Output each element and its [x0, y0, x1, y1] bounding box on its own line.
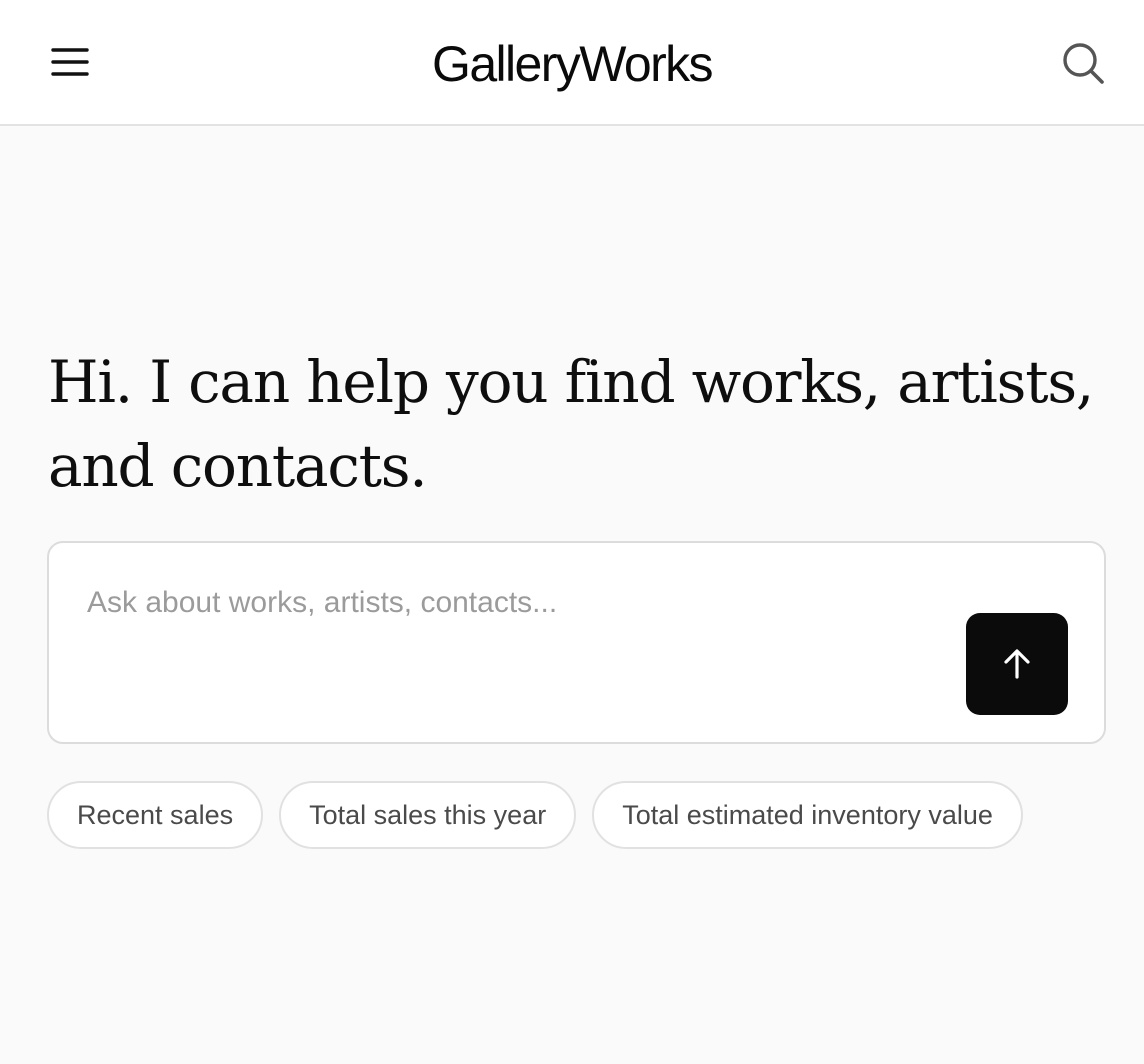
- chat-input[interactable]: [87, 581, 947, 625]
- send-button[interactable]: [966, 613, 1068, 715]
- arrow-up-icon: [1004, 649, 1030, 679]
- top-bar: GalleryWorks: [0, 0, 1144, 126]
- search-icon: [1063, 43, 1104, 84]
- suggestion-chips: Recent sales Total sales this year Total…: [47, 781, 1023, 849]
- brand-logo: GalleryWorks: [432, 36, 714, 92]
- greeting-headline: Hi. I can help you find works, artists, …: [48, 348, 1094, 500]
- search-button[interactable]: [1056, 36, 1110, 90]
- suggestion-chip-total-estimated-inventory-value[interactable]: Total estimated inventory value: [592, 781, 1023, 849]
- chat-composer: [47, 541, 1106, 744]
- suggestion-chip-recent-sales[interactable]: Recent sales: [47, 781, 264, 849]
- suggestion-chip-total-sales-this-year[interactable]: Total sales this year: [279, 781, 577, 849]
